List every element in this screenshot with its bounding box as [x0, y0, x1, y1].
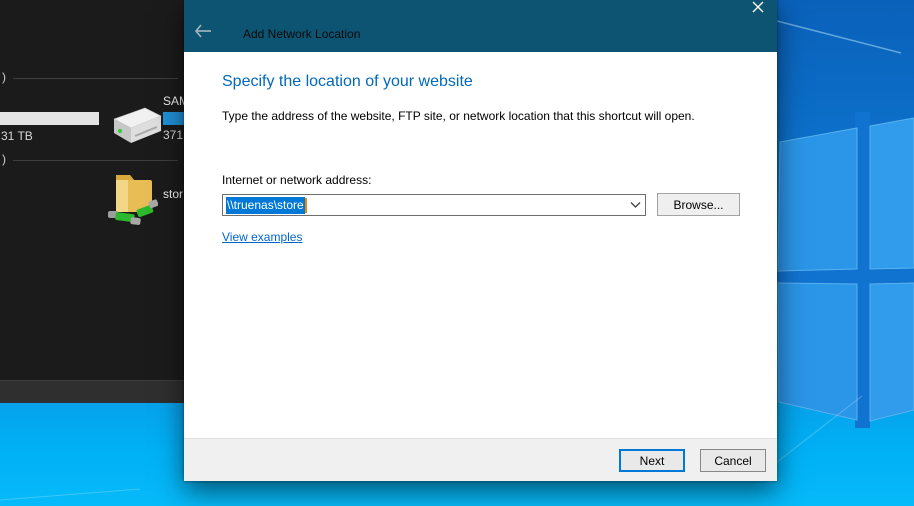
- network-item-name-label: stor: [163, 187, 183, 201]
- page-description: Type the address of the website, FTP sit…: [222, 109, 695, 123]
- browse-button[interactable]: Browse...: [657, 193, 740, 216]
- group-divider: [13, 78, 178, 79]
- address-field-label: Internet or network address:: [222, 173, 371, 187]
- light-beam-line: [0, 489, 140, 500]
- logo-pane-top-left: [778, 128, 857, 271]
- address-input-text: \\truenas\store: [226, 195, 307, 215]
- screen: ) 31 TB SAM 371 ) stor: [0, 0, 914, 506]
- explorer-status-bar: [0, 380, 184, 403]
- drive-capacity-bar: [0, 112, 99, 125]
- next-button[interactable]: Next: [619, 449, 685, 472]
- cancel-button[interactable]: Cancel: [700, 449, 766, 472]
- hard-drive-icon[interactable]: [104, 101, 164, 153]
- chevron-down-icon: [630, 202, 641, 208]
- close-button[interactable]: [752, 0, 766, 14]
- combobox-dropdown-button[interactable]: [625, 195, 645, 215]
- back-arrow-icon: [194, 24, 212, 38]
- close-icon: [752, 1, 764, 13]
- address-combobox[interactable]: \\truenas\store: [222, 194, 646, 216]
- wizard-title: Add Network Location: [243, 27, 360, 41]
- back-button[interactable]: [194, 24, 214, 40]
- text-caret: [305, 198, 307, 213]
- drive-capacity-label: 31 TB: [1, 129, 33, 143]
- group-header-fragment: ): [2, 152, 6, 166]
- wizard-footer: Next Cancel: [184, 438, 777, 481]
- drive-capacity-bar: [163, 112, 184, 125]
- logo-beam-horizontal: [770, 269, 914, 284]
- wizard-header: Add Network Location: [184, 0, 777, 52]
- group-divider: [13, 160, 178, 161]
- network-folder-icon[interactable]: [108, 167, 158, 229]
- add-network-location-dialog: Add Network Location Specify the locatio…: [184, 0, 777, 481]
- logo-pane-top-right: [870, 118, 914, 269]
- wizard-body: Specify the location of your website Typ…: [184, 52, 777, 438]
- logo-pane-bottom-right: [870, 283, 914, 421]
- file-explorer-window[interactable]: ) 31 TB SAM 371 ) stor: [0, 0, 184, 403]
- logo-pane-bottom-left: [778, 283, 857, 420]
- page-title: Specify the location of your website: [222, 73, 473, 91]
- view-examples-link[interactable]: View examples: [222, 230, 302, 244]
- drive-capacity-label: 371: [163, 128, 183, 142]
- light-beam-line: [777, 21, 901, 53]
- group-header-fragment: ): [2, 70, 6, 84]
- selected-text: \\truenas\store: [226, 197, 305, 214]
